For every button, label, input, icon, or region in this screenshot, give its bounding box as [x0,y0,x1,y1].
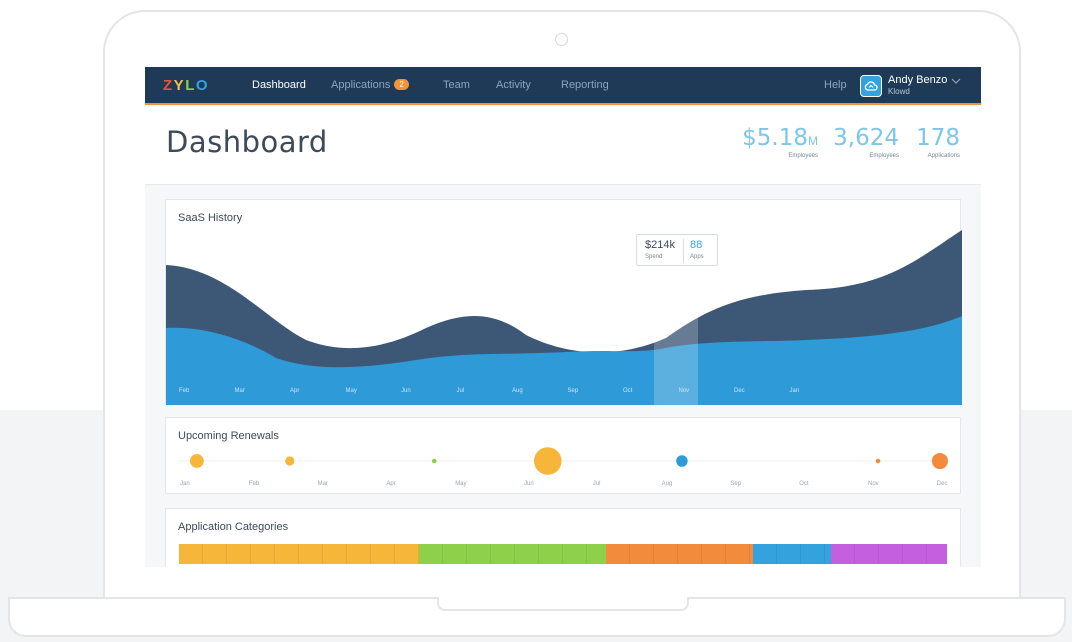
stat-unit: M [808,134,818,148]
renewal-month-label: Feb [248,481,260,487]
zylo-logo[interactable]: Z Y L O [163,77,208,94]
app-screen: Z Y L O Dashboard Applications 2 Team Act… [145,67,981,567]
renewal-month-label: May [455,481,467,487]
application-categories-card: Application Categories [165,508,961,567]
renewal-bubble[interactable] [533,447,562,475]
help-link[interactable]: Help [824,79,847,91]
renewal-bubble[interactable] [931,452,948,470]
category-segment[interactable] [830,544,947,564]
user-name[interactable]: Andy Benzo [888,74,947,86]
logo-letter: O [195,77,209,94]
renewal-month-label: Nov [868,481,879,487]
renewal-month-label: Sep [730,481,742,487]
logo-letter: Y [173,77,185,94]
chevron-down-icon[interactable] [951,76,961,86]
stat-value: $5.18 [742,125,808,151]
logo-letter: Z [163,77,173,94]
saas-month-label: Oct [623,388,633,394]
logo-letter: L [185,77,195,94]
nav-applications[interactable]: Applications 2 [331,79,409,91]
saas-month-label: Dec [734,388,745,394]
stat-label: Employees [869,153,899,159]
saas-month-label: Jul [456,388,465,394]
top-navigation: Z Y L O Dashboard Applications 2 Team Act… [145,67,981,105]
saas-history-chart[interactable] [166,200,962,405]
tooltip-apps-value: 88 [690,239,703,251]
page-header: Dashboard $5.18M Employees 3,624 Employe… [145,107,981,185]
page-title: Dashboard [166,125,328,159]
stat-value: 178 [916,125,960,151]
user-org: Klowd [888,87,910,96]
renewal-bubble[interactable] [431,458,437,464]
renewal-bubble[interactable] [189,454,204,468]
renewals-chart[interactable] [166,418,962,495]
saas-month-label: Nov [678,388,690,394]
laptop-notch [437,597,689,611]
renewal-month-label: Jan [180,481,190,487]
nav-team[interactable]: Team [443,79,470,91]
saas-month-label: Mar [234,388,245,394]
upcoming-renewals-card: Upcoming Renewals Jan Feb Mar Apr May Jun Jul A… [165,417,961,494]
renewal-month-label: Jun [524,481,534,487]
renewal-month-label: Apr [386,481,396,487]
nav-activity[interactable]: Activity [496,79,531,91]
tooltip-spend-label: Spend [645,254,663,260]
user-avatar[interactable] [860,75,882,97]
chart-tooltip: $214k Spend 88 Apps [636,234,718,266]
stat-employees: 3,624 Employees [833,125,899,159]
category-stacked-bar[interactable] [179,544,947,564]
nav-dashboard[interactable]: Dashboard [252,79,306,91]
renewal-bubble[interactable] [285,456,295,466]
nav-applications-label: Applications [331,79,391,91]
renewal-bubble[interactable] [875,458,881,464]
renewal-bubble[interactable] [676,455,688,467]
card-title: Application Categories [178,521,289,533]
applications-count-badge: 2 [394,79,409,90]
camera-icon [555,33,568,46]
highlight-column [654,300,698,405]
renewal-month-label: Dec [936,481,948,487]
stat-spend: $5.18M Employees [742,125,818,159]
stat-label: Applications [927,153,960,159]
renewal-month-label: Aug [661,481,673,487]
stat-label: Employees [788,153,818,159]
saas-month-label: Jan [789,388,800,394]
tooltip-spend-value: $214k [645,239,675,251]
saas-month-label: Feb [179,388,190,394]
saas-month-label: Sep [567,388,579,394]
saas-month-label: Aug [512,388,523,394]
renewal-month-label: Jul [592,481,601,487]
saas-month-label: Jun [401,388,411,394]
renewal-month-label: Mar [317,481,328,487]
saas-month-label: Apr [290,388,300,394]
category-segment[interactable] [605,544,754,564]
nav-reporting[interactable]: Reporting [561,79,609,91]
tooltip-apps-label: Apps [690,254,704,260]
stat-value: 3,624 [833,125,899,151]
category-segment[interactable] [753,544,831,564]
renewal-month-label: Oct [799,481,809,487]
category-segment[interactable] [179,544,420,564]
tooltip-divider [683,239,684,263]
saas-history-card: SaaS History $214k Spend 88 Apps Feb Mar A… [165,199,962,405]
category-segment[interactable] [419,544,606,564]
saas-month-label: May [345,388,357,394]
cloud-icon [864,81,878,91]
stat-applications: 178 Applications [916,125,960,159]
